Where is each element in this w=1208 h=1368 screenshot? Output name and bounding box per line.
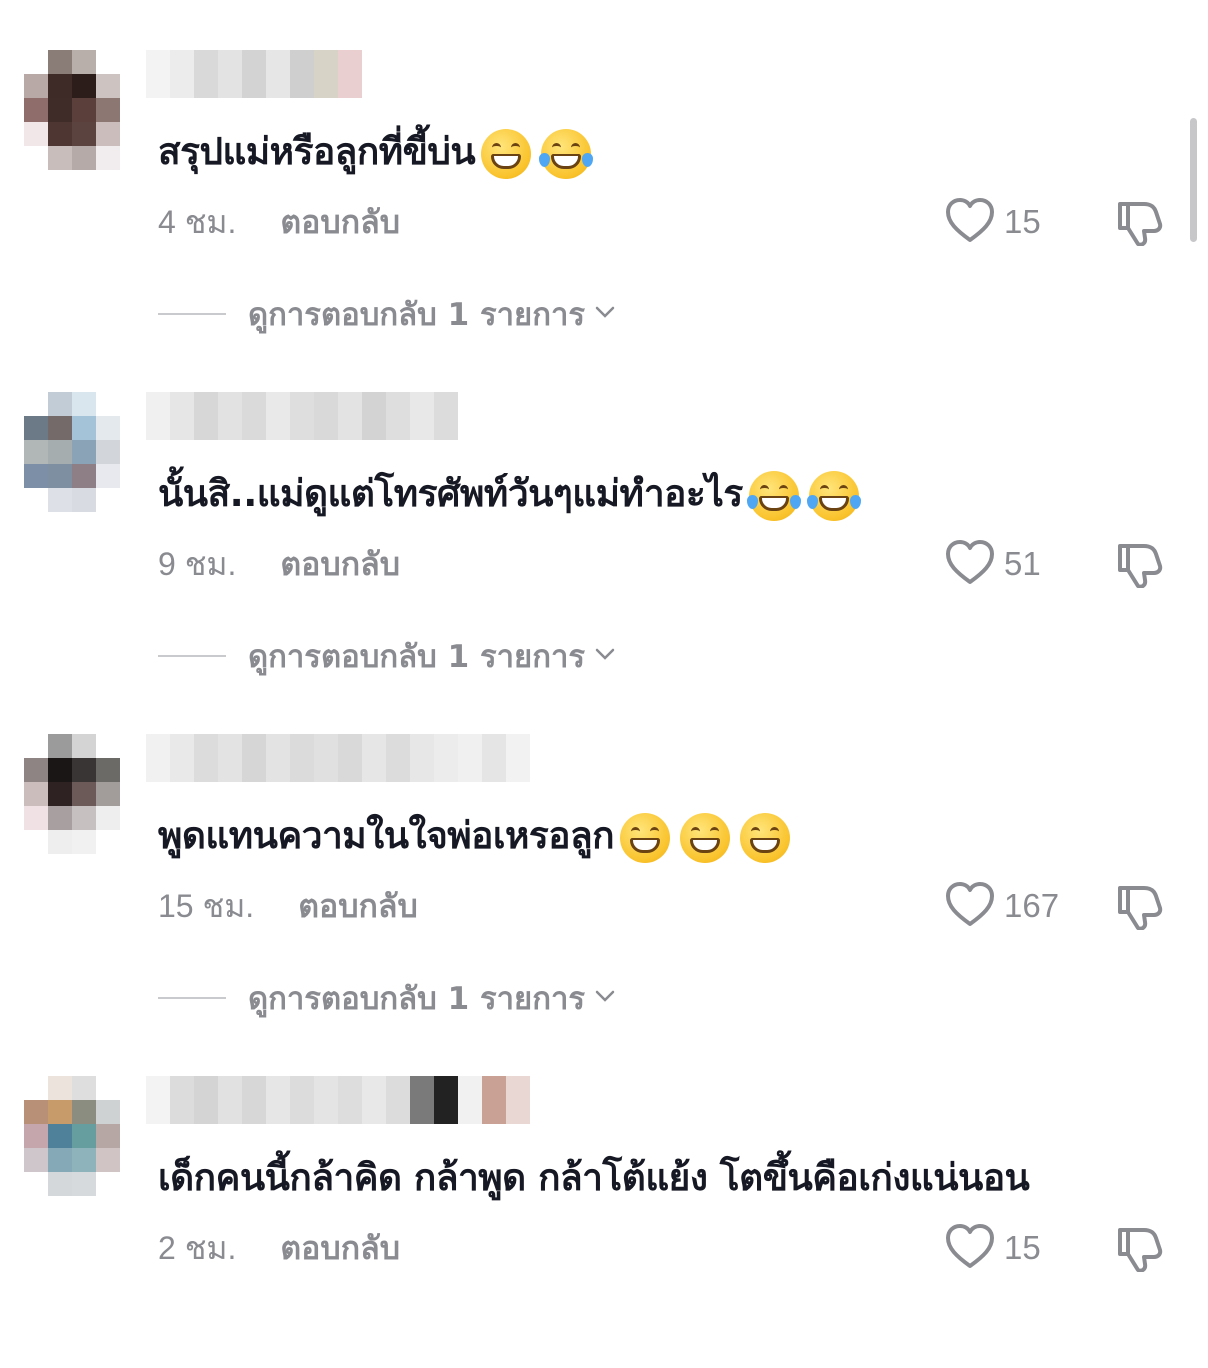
grinning-face-emoji-icon [740, 812, 791, 863]
dislike-thumb-down-icon[interactable] [1114, 1224, 1166, 1273]
comment-meta: 9 ชม. ตอบกลับ [158, 540, 400, 588]
view-replies-divider [158, 997, 226, 999]
emoji-row [481, 128, 594, 179]
like-count: 15 [1004, 203, 1041, 240]
avatar[interactable] [24, 1076, 120, 1196]
tears-of-joy-emoji-icon [539, 128, 594, 179]
comment-time: 2 ชม. [158, 1229, 237, 1266]
comment-time: 15 ชม. [158, 887, 255, 924]
comment-text: เด็กคนนี้กล้าคิด กล้าพูด กล้าโต้แย้ง โตข… [158, 1150, 1030, 1206]
avatar[interactable] [24, 392, 120, 512]
tears-of-joy-emoji-icon [746, 470, 801, 521]
tears-of-joy-emoji-icon [806, 470, 861, 521]
reply-button[interactable]: ตอบกลับ [280, 1223, 400, 1274]
like-button[interactable]: 167 [944, 880, 1059, 932]
comment-text-body: สรุปแม่หรือลูกที่ขี้บ่น [158, 130, 476, 173]
emoji-row [620, 812, 791, 863]
avatar[interactable] [24, 50, 120, 170]
grinning-face-emoji-icon [481, 128, 532, 179]
comment-meta: 15 ชม. ตอบกลับ [158, 882, 418, 930]
heart-icon [944, 1222, 996, 1274]
avatar[interactable] [24, 734, 120, 854]
view-replies-button[interactable]: ดูการตอบกลับ 1 รายการ [158, 972, 617, 1024]
comment-meta: 2 ชม. ตอบกลับ [158, 1224, 400, 1272]
chevron-down-icon [585, 980, 617, 1016]
heart-icon [944, 880, 996, 932]
dislike-thumb-down-icon[interactable] [1114, 882, 1166, 931]
view-replies-divider [158, 313, 226, 315]
reply-button[interactable]: ตอบกลับ [298, 881, 418, 932]
view-replies-button[interactable]: ดูการตอบกลับ 1 รายการ [158, 288, 617, 340]
comment-item: นั้นสิ..แม่ดูแต่โทรศัพท์วันๆแม่ทำอะไร 9 ช… [0, 342, 1208, 684]
emoji-row [746, 470, 861, 521]
view-replies-label: ดูการตอบกลับ 1 รายการ [248, 981, 586, 1017]
comment-item: สรุปแม่หรือลูกที่ขี้บ่น 4 ชม. ตอบกลับ 15 ดูก… [0, 0, 1208, 342]
view-replies-label: ดูการตอบกลับ 1 รายการ [248, 639, 586, 675]
view-replies-label: ดูการตอบกลับ 1 รายการ [248, 297, 586, 333]
username-blurred[interactable] [146, 1076, 530, 1124]
username-blurred[interactable] [146, 50, 362, 98]
comment-item: เด็กคนนี้กล้าคิด กล้าพูด กล้าโต้แย้ง โตข… [0, 1026, 1208, 1368]
comment-time: 9 ชม. [158, 545, 237, 582]
username-blurred[interactable] [146, 392, 458, 440]
chevron-down-icon [585, 296, 617, 332]
grinning-face-emoji-icon [680, 812, 731, 863]
dislike-thumb-down-icon[interactable] [1114, 540, 1166, 589]
grinning-face-emoji-icon [620, 812, 671, 863]
view-replies-button[interactable]: ดูการตอบกลับ 1 รายการ [158, 630, 617, 682]
like-count: 51 [1004, 545, 1041, 582]
view-replies-divider [158, 655, 226, 657]
heart-icon [944, 538, 996, 590]
comment-text-body: เด็กคนนี้กล้าคิด กล้าพูด กล้าโต้แย้ง โตข… [158, 1156, 1030, 1199]
comment-text-body: พูดแทนความในใจพ่อเหรอลูก [158, 814, 615, 857]
reply-button[interactable]: ตอบกลับ [280, 539, 400, 590]
like-button[interactable]: 51 [944, 538, 1041, 590]
like-button[interactable]: 15 [944, 1222, 1041, 1274]
like-button[interactable]: 15 [944, 196, 1041, 248]
chevron-down-icon [585, 638, 617, 674]
dislike-thumb-down-icon[interactable] [1114, 198, 1166, 247]
heart-icon [944, 196, 996, 248]
like-count: 15 [1004, 1229, 1041, 1266]
comment-text-body: นั้นสิ..แม่ดูแต่โทรศัพท์วันๆแม่ทำอะไร [158, 472, 743, 515]
comment-time: 4 ชม. [158, 203, 237, 240]
like-count: 167 [1004, 887, 1060, 924]
comment-text: นั้นสิ..แม่ดูแต่โทรศัพท์วันๆแม่ทำอะไร [158, 466, 861, 522]
username-blurred[interactable] [146, 734, 530, 782]
comment-text: พูดแทนความในใจพ่อเหรอลูก [158, 808, 791, 864]
comment-text: สรุปแม่หรือลูกที่ขี้บ่น [158, 124, 594, 180]
comment-item: พูดแทนความในใจพ่อเหรอลูก 15 ชม. ตอบกลับ 167… [0, 684, 1208, 1026]
comment-meta: 4 ชม. ตอบกลับ [158, 198, 400, 246]
reply-button[interactable]: ตอบกลับ [280, 197, 400, 248]
